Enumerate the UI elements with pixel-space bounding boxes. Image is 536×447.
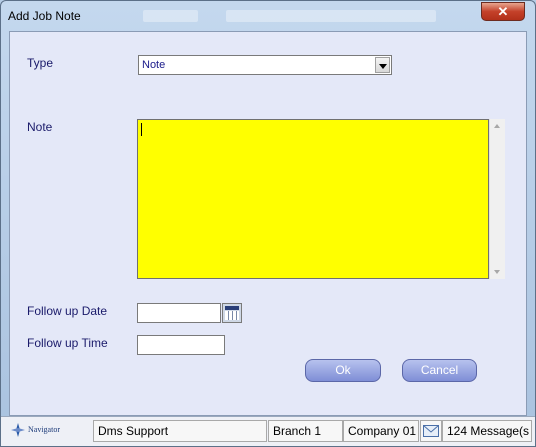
follow-up-date-label: Follow up Date: [27, 304, 108, 318]
follow-up-time-label: Follow up Time: [27, 336, 108, 350]
background-title-blur: [143, 10, 198, 22]
close-button[interactable]: ✕: [481, 2, 525, 21]
text-caret: [141, 123, 142, 136]
window-title: Add Job Note: [8, 9, 81, 23]
compass-icon: [11, 423, 25, 437]
type-dropdown[interactable]: Note: [138, 55, 392, 75]
note-scrollbar[interactable]: [489, 119, 505, 279]
note-textarea[interactable]: [137, 119, 489, 279]
type-selected-value: Note: [142, 59, 166, 71]
cancel-button[interactable]: Cancel: [402, 359, 477, 382]
mail-icon: [423, 425, 439, 437]
title-bar[interactable]: Add Job Note ✕: [1, 1, 535, 31]
calendar-icon: [225, 306, 239, 310]
status-user: Dms Support: [93, 420, 267, 442]
logo-text: Navigator: [28, 425, 60, 434]
status-branch: Branch 1: [268, 420, 343, 442]
calendar-button[interactable]: [222, 303, 242, 323]
follow-up-date-field[interactable]: [137, 303, 221, 323]
status-messages[interactable]: 124 Message(s: [442, 420, 532, 442]
dialog-body: Type Note Note Follow up Date Follow up …: [9, 31, 527, 416]
status-company: Company 01: [343, 420, 419, 442]
scroll-up-icon[interactable]: [494, 124, 500, 128]
ok-button[interactable]: Ok: [305, 359, 381, 382]
add-job-note-window: Add Job Note ✕ Type Note Note Follow up …: [0, 0, 536, 447]
scroll-down-icon[interactable]: [494, 270, 500, 274]
status-mail-cell[interactable]: [420, 420, 442, 442]
navigator-logo: Navigator: [11, 422, 91, 440]
background-title-blur: [226, 10, 436, 22]
follow-up-time-field[interactable]: [137, 335, 225, 355]
status-bar: Navigator Dms Support Branch 1 Company 0…: [1, 416, 535, 446]
note-label: Note: [27, 120, 53, 134]
chevron-down-icon[interactable]: [375, 57, 390, 73]
type-label: Type: [27, 56, 54, 70]
